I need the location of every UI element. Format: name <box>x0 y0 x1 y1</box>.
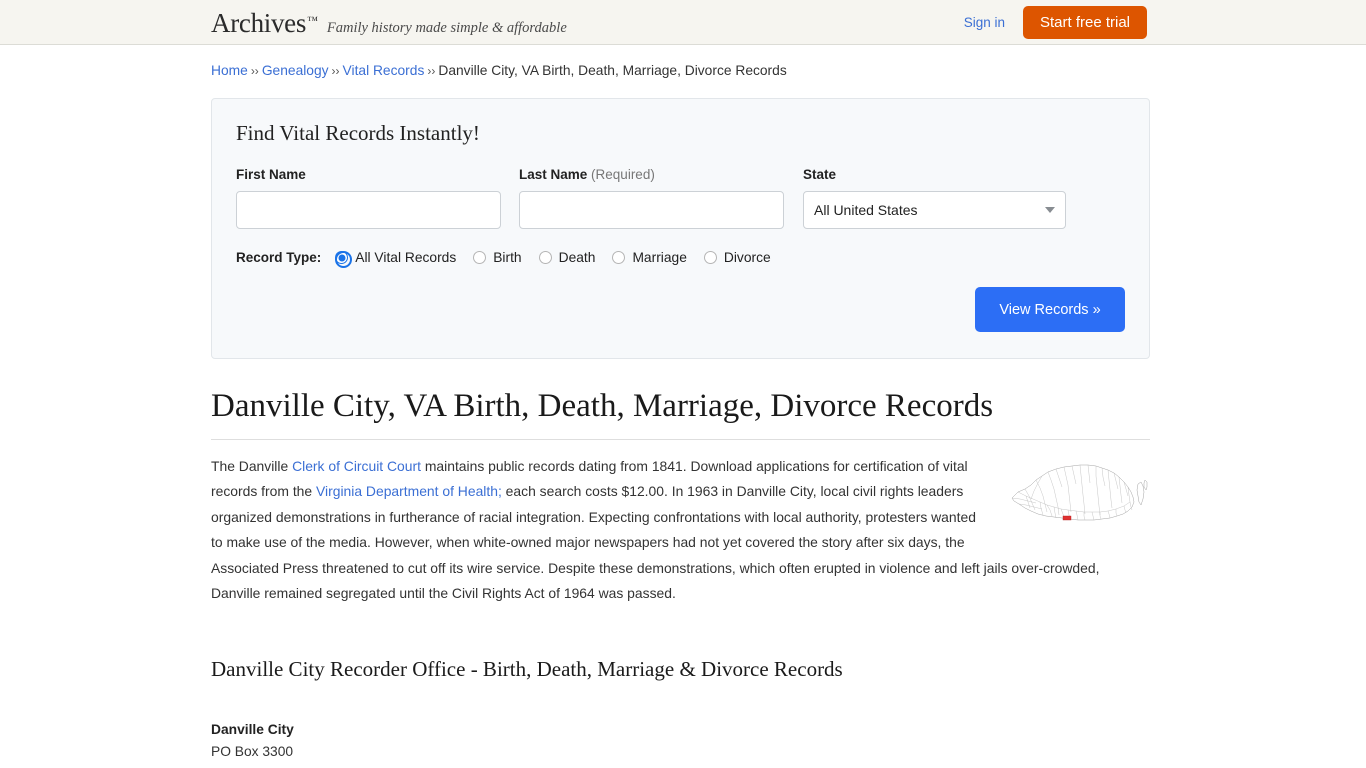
radio-icon-all-vital-records[interactable] <box>335 251 353 269</box>
sign-in-link[interactable]: Sign in <box>964 15 1005 30</box>
last-name-required-note: (Required) <box>591 166 655 182</box>
state-select-wrapper: All United States <box>803 191 1066 230</box>
virginia-state-map-icon <box>1011 464 1148 521</box>
breadcrumb: Home ›› Genealogy ›› Vital Records ›› Danville… <box>211 45 1150 80</box>
brand-tagline: Family history made simple & affordable <box>326 20 567 36</box>
trademark-icon: ™ <box>307 15 318 27</box>
first-name-input[interactable] <box>236 191 501 230</box>
record-type-label: Record Type: <box>236 250 322 266</box>
clerk-of-circuit-court-link[interactable]: Clerk of Circuit Court <box>292 458 421 474</box>
breadcrumb-separator-icon: ›› <box>427 64 436 78</box>
first-name-label: First Name <box>236 166 306 182</box>
last-name-field-group: Last Name (Required) <box>519 166 784 230</box>
recorder-office-section-heading: Danville City Recorder Office - Birth, D… <box>211 656 843 681</box>
radio-icon-death[interactable] <box>538 251 552 265</box>
record-type-option-label: All Vital Records <box>355 250 457 266</box>
last-name-label-text: Last Name <box>519 166 588 182</box>
record-type-option-birth[interactable]: Birth <box>473 250 522 266</box>
start-free-trial-button[interactable]: Start free trial <box>1022 6 1147 39</box>
page-container: Home ›› Genealogy ›› Vital Records ›› Danville… <box>0 45 1366 768</box>
virginia-department-of-health-link[interactable]: Virginia Department of Health; <box>316 483 502 499</box>
page-title: Danville City, VA Birth, Death, Marriage… <box>211 387 1150 440</box>
record-type-option-marriage[interactable]: Marriage <box>612 250 687 266</box>
search-panel-title: Find Vital Records Instantly! <box>236 120 480 145</box>
header-actions: Sign in Start free trial <box>964 0 1147 45</box>
breadcrumb-item-genealogy[interactable]: Genealogy <box>262 63 329 78</box>
office-address-line-1: PO Box 3300 <box>211 744 294 760</box>
radio-icon-divorce[interactable] <box>703 251 717 265</box>
radio-icon-marriage[interactable] <box>612 251 626 265</box>
state-select[interactable]: All United States <box>803 191 1066 230</box>
content-column: Home ›› Genealogy ›› Vital Records ›› Danville… <box>211 45 1150 768</box>
intro-text-part3: each search costs $12.00. In 1963 in Dan… <box>211 483 1100 602</box>
office-name: Danville City <box>211 722 294 738</box>
intro-section: The Danville Clerk of Circuit Court main… <box>211 454 1150 607</box>
breadcrumb-separator-icon: ›› <box>331 64 340 78</box>
record-type-option-all-vital-records[interactable]: All Vital Records <box>335 250 457 269</box>
map-marker-danville-city <box>1062 515 1072 521</box>
record-type-option-label: Divorce <box>723 250 771 266</box>
record-type-option-death[interactable]: Death <box>538 250 596 266</box>
office-address-line-2: Danville, VA 24543 <box>211 763 1150 768</box>
site-header: Archives ™ Family history made simple & … <box>0 0 1366 45</box>
brand-logo-group[interactable]: Archives ™ Family history made simple & … <box>211 8 567 39</box>
record-type-option-label: Marriage <box>632 250 687 266</box>
breadcrumb-separator-icon: ›› <box>250 64 259 78</box>
radio-icon-birth[interactable] <box>473 251 487 265</box>
last-name-label: Last Name (Required) <box>519 166 784 183</box>
first-name-field-group: First Name <box>236 166 501 230</box>
state-label: State <box>803 166 837 182</box>
record-type-option-divorce[interactable]: Divorce <box>703 250 771 266</box>
state-field-group: State All United States <box>803 166 1066 230</box>
search-fields-row: First Name Last Name (Required) State Al… <box>236 166 1125 230</box>
breadcrumb-item-home[interactable]: Home <box>211 63 248 78</box>
record-type-option-label: Birth <box>493 250 522 266</box>
intro-text-part1: The Danville <box>211 457 293 474</box>
submit-row: View Records » <box>236 287 1125 333</box>
breadcrumb-item-vital-records[interactable]: Vital Records <box>343 63 425 78</box>
view-records-button[interactable]: View Records » <box>975 287 1125 333</box>
vital-records-search-panel: Find Vital Records Instantly! First Name… <box>211 97 1150 360</box>
brand-logo-text: Archives <box>211 8 307 38</box>
header-inner: Archives ™ Family history made simple & … <box>0 0 1366 45</box>
record-type-option-label: Death <box>558 250 596 266</box>
last-name-input[interactable] <box>519 191 784 230</box>
recorder-office-details: Danville City PO Box 3300 Danville, VA 2… <box>211 719 1150 768</box>
record-type-row: Record Type: All Vital Records Birth Dea… <box>236 250 1125 269</box>
breadcrumb-item-current: Danville City, VA Birth, Death, Marriage… <box>438 63 787 78</box>
